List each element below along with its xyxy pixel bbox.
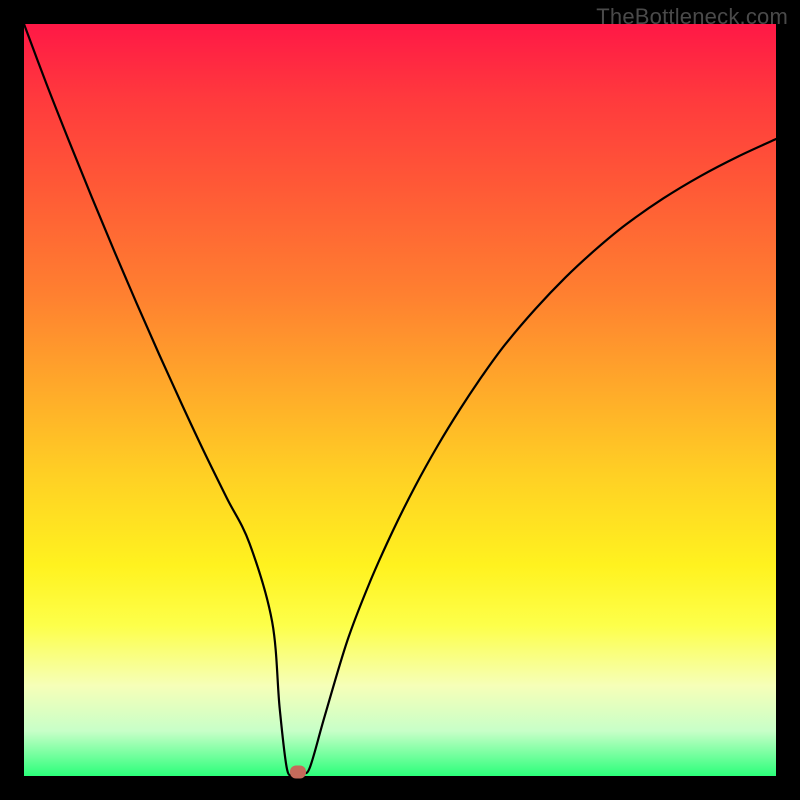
chart-frame: TheBottleneck.com: [0, 0, 800, 800]
bottleneck-curve: [24, 24, 776, 776]
watermark-text: TheBottleneck.com: [596, 4, 788, 30]
bottleneck-point-marker: [290, 766, 306, 779]
plot-area: [24, 24, 776, 776]
